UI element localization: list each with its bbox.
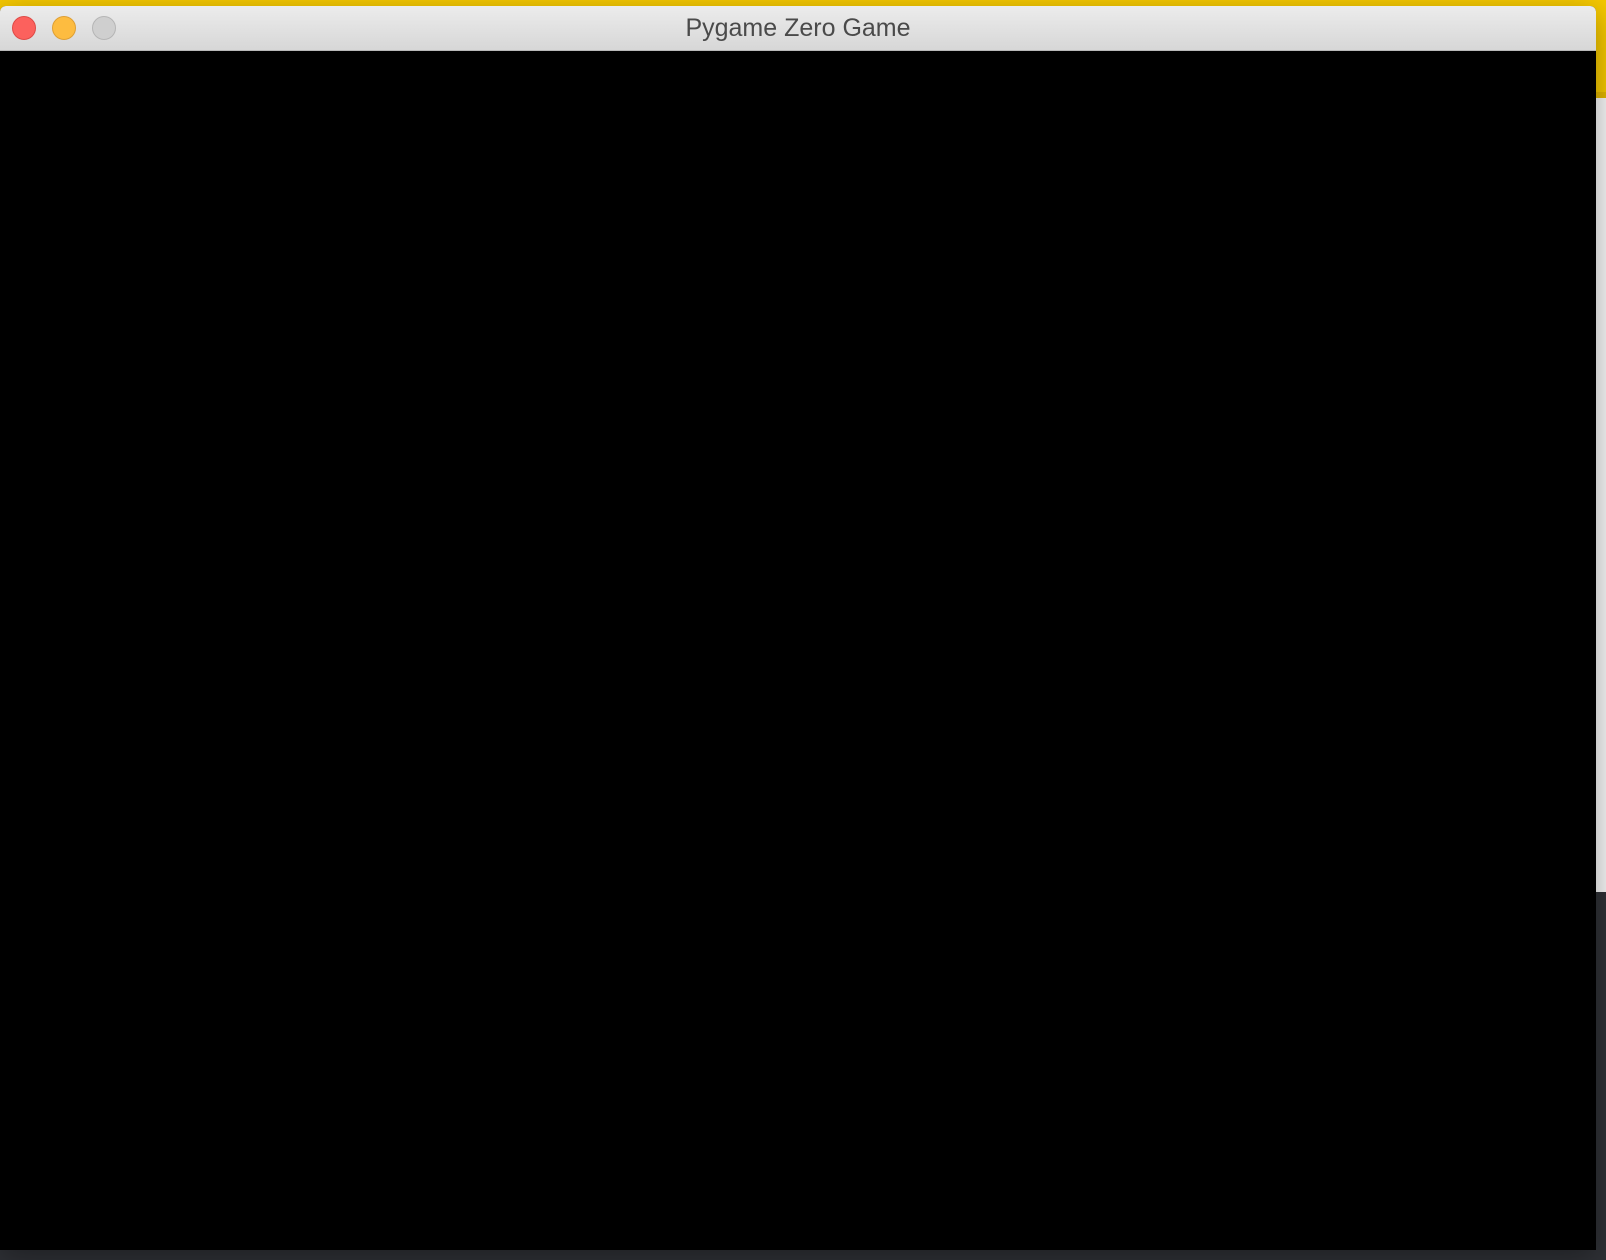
window-titlebar[interactable]: Pygame Zero Game	[0, 6, 1596, 51]
background-dock-strip	[0, 1250, 1606, 1260]
game-canvas[interactable]	[0, 51, 1596, 1250]
window-title: Pygame Zero Game	[685, 14, 911, 42]
pygame-window: Pygame Zero Game	[0, 6, 1596, 1250]
background-dark-panel	[1596, 892, 1606, 1260]
